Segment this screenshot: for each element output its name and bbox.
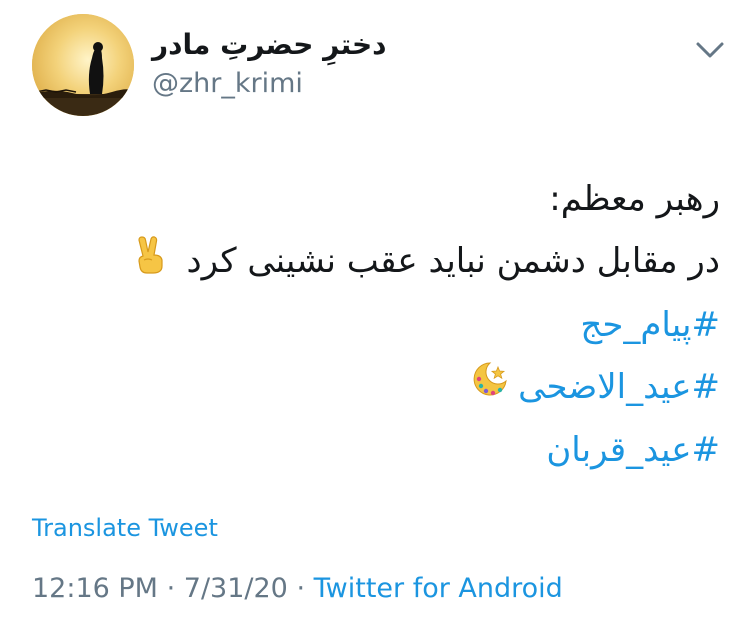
tweet-source-link[interactable]: Twitter for Android	[314, 573, 563, 604]
meta-separator: ·	[296, 573, 306, 604]
hashtag-link[interactable]: #عید_قربان	[30, 419, 720, 481]
display-name[interactable]: دخترِ حضرتِ مادر	[152, 28, 387, 61]
crescent-moon-star-emoji	[470, 357, 510, 419]
tweet-line: #عید_الاضحی	[30, 356, 720, 420]
hashtag-link[interactable]: #پیام_حج	[30, 294, 720, 356]
avatar[interactable]	[32, 14, 134, 116]
victory-hand-emoji	[134, 232, 168, 294]
tweet-line-text: در مقابل دشمن نباید عقب نشینی کرد	[186, 241, 720, 281]
tweet-line: رهبر معظم:	[549, 179, 720, 219]
tweet-text: رهبر معظم: در مقابل دشمن نباید عقب نشینی…	[30, 168, 720, 481]
silhouette-at-sunset-avatar	[32, 14, 134, 116]
translate-tweet-link[interactable]: Translate Tweet	[32, 514, 218, 542]
tweet-time[interactable]: 12:16 PM	[32, 573, 158, 604]
tweet-metadata: 12:16 PM · 7/31/20 · Twitter for Android	[32, 573, 563, 604]
tweet-date[interactable]: 7/31/20	[184, 573, 288, 604]
tweet-line: در مقابل دشمن نباید عقب نشینی کرد	[30, 230, 720, 294]
tweet-menu-button[interactable]	[690, 30, 730, 70]
user-handle[interactable]: @zhr_krimi	[152, 68, 303, 99]
meta-separator: ·	[166, 573, 176, 604]
hashtag-link[interactable]: #عید_الاضحی	[518, 367, 720, 407]
chevron-down-icon	[696, 42, 724, 58]
